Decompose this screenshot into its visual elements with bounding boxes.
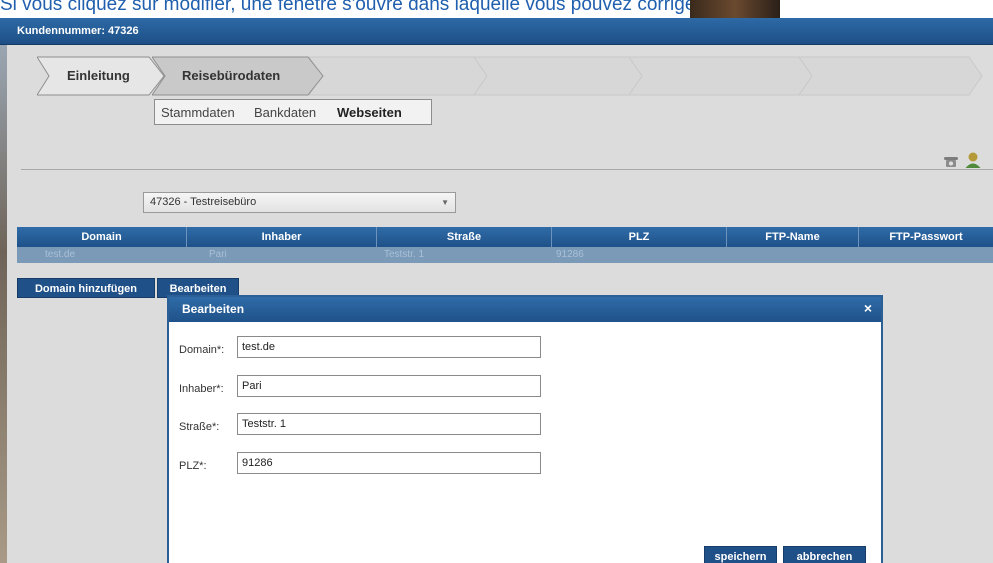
customer-number: Kundennummer: 47326: [17, 25, 139, 37]
header-bar: Kundennummer: 47326: [0, 18, 993, 45]
street-field[interactable]: [237, 413, 541, 435]
dialog-body: Domain*: Inhaber*: Straße*: PLZ*: speich…: [169, 322, 881, 563]
save-button[interactable]: speichern: [704, 546, 777, 563]
wizard-step-3: [309, 56, 489, 96]
table-row[interactable]: test.de Pari Teststr. 1 91286: [17, 247, 993, 263]
owner-label: Inhaber*:: [179, 383, 224, 395]
column-header-strasse[interactable]: Straße: [377, 227, 552, 247]
cell-owner: Pari: [209, 249, 227, 260]
tutorial-caption: Si vous cliquez sur modifier, une fenêtr…: [0, 0, 702, 15]
domain-table: Domain Inhaber Straße PLZ FTP-Name FTP-P…: [17, 227, 993, 263]
step-label: Reisebürodaten: [182, 68, 281, 83]
zip-field[interactable]: [237, 452, 541, 474]
add-domain-button[interactable]: Domain hinzufügen: [17, 278, 155, 298]
phone-icon[interactable]: [943, 155, 959, 168]
step-label: Einleitung: [67, 68, 130, 83]
domain-label: Domain*:: [179, 344, 225, 356]
owner-row: Inhaber*:: [179, 375, 579, 399]
dialog-title: Bearbeiten: [182, 302, 245, 316]
wizard-steps: Einleitung Reisebürodaten: [37, 56, 983, 96]
wizard-step-4: [474, 56, 644, 96]
street-row: Straße*:: [179, 413, 579, 437]
zip-label: PLZ*:: [179, 460, 207, 472]
table-header: Domain Inhaber Straße PLZ FTP-Name FTP-P…: [17, 227, 993, 247]
column-header-inhaber[interactable]: Inhaber: [187, 227, 377, 247]
dialog-header: Bearbeiten ×: [169, 297, 881, 322]
wizard-step-5: [629, 56, 814, 96]
owner-field[interactable]: [237, 375, 541, 397]
edit-dialog: Bearbeiten × Domain*: Inhaber*: Straße*:…: [167, 295, 883, 563]
column-header-ftp-name[interactable]: FTP-Name: [727, 227, 859, 247]
column-header-plz[interactable]: PLZ: [552, 227, 727, 247]
subtabs: Stammdaten Bankdaten Webseiten: [154, 99, 432, 125]
column-header-domain[interactable]: Domain: [17, 227, 187, 247]
cell-domain: test.de: [45, 249, 76, 260]
wizard-step-6: [799, 56, 983, 96]
domain-row: Domain*:: [179, 336, 579, 360]
street-label: Straße*:: [179, 421, 220, 433]
wizard-step-einleitung[interactable]: Einleitung: [37, 56, 165, 96]
cancel-button[interactable]: abbrechen: [783, 546, 866, 563]
column-header-ftp-passwort[interactable]: FTP-Passwort: [859, 227, 993, 247]
app-window: Kundennummer: 47326 Einleitung Reisebüro…: [0, 18, 993, 563]
background-photo-strip: [690, 0, 780, 18]
tab-stammdaten[interactable]: Stammdaten: [161, 105, 235, 120]
divider: [21, 169, 993, 170]
tab-webseiten[interactable]: Webseiten: [337, 105, 402, 120]
dropdown-arrow-icon: ▼: [441, 198, 449, 207]
user-icon[interactable]: [964, 151, 982, 169]
cell-street: Teststr. 1: [384, 249, 425, 260]
cell-zip: 91286: [556, 249, 584, 260]
close-icon[interactable]: ×: [864, 300, 872, 316]
tab-bankdaten[interactable]: Bankdaten: [254, 105, 316, 120]
left-decor-strip: [0, 45, 7, 563]
domain-field[interactable]: [237, 336, 541, 358]
agency-select-value: 47326 - Testreisebüro: [150, 196, 257, 208]
wizard-step-reisebuerodaten[interactable]: Reisebürodaten: [152, 56, 324, 96]
agency-select[interactable]: 47326 - Testreisebüro ▼: [143, 192, 456, 213]
zip-row: PLZ*:: [179, 452, 579, 476]
